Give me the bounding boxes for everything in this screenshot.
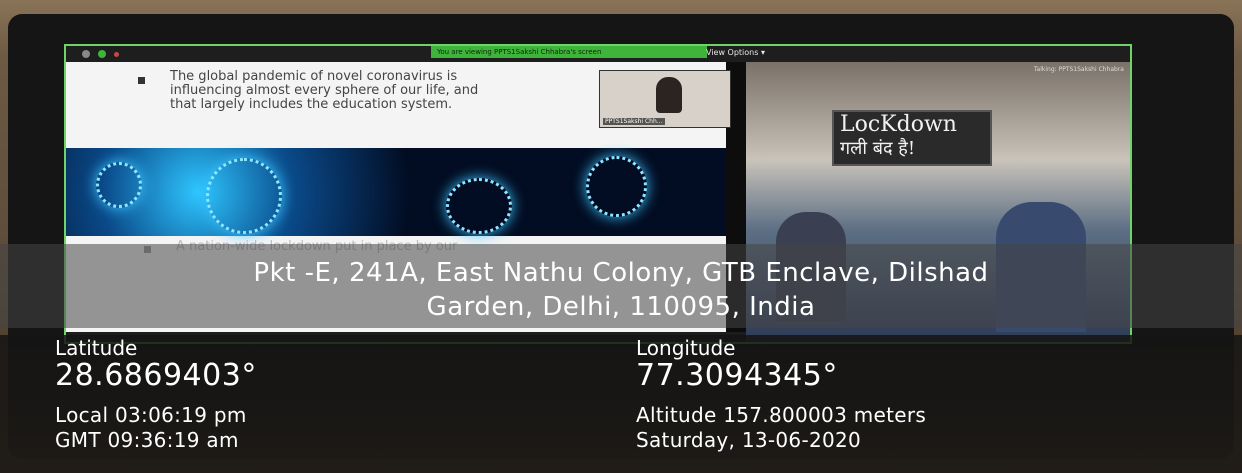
latitude-label: Latitude: [55, 336, 138, 360]
slide-text-line: The global pandemic of novel coronavirus…: [170, 69, 458, 84]
lockdown-sign: LocKdown गली बंद है!: [832, 110, 992, 166]
address-line-2: Garden, Delhi, 110095, India: [426, 292, 816, 322]
view-options-button[interactable]: View Options ▾: [706, 47, 765, 59]
window-control-icon[interactable]: [114, 52, 119, 57]
talking-indicator: Talking: PPTS1Sakshi Chhabra: [1033, 66, 1124, 73]
virus-graphic: [206, 158, 282, 234]
coronavirus-image: [66, 148, 726, 236]
altitude: Altitude 157.800003 meters: [636, 403, 927, 427]
bullet-icon: [138, 77, 145, 84]
participant-avatar: [656, 77, 682, 113]
latitude-value: 28.6869403°: [55, 358, 257, 393]
longitude-value: 77.3094345°: [636, 358, 838, 393]
virus-graphic: [96, 162, 142, 208]
local-time: Local 03:06:19 pm: [55, 403, 247, 427]
participant-video-tile[interactable]: PPTS1Sakshi Chh...: [599, 70, 731, 128]
longitude-label: Longitude: [636, 336, 736, 360]
gmt-time: GMT 09:36:19 am: [55, 428, 239, 452]
window-control-icon[interactable]: [82, 50, 90, 58]
date: Saturday, 13-06-2020: [636, 428, 862, 452]
lockdown-sign-text: LocKdown: [840, 112, 957, 137]
participant-name: PPTS1Sakshi Chh...: [603, 118, 665, 125]
virus-graphic: [586, 156, 647, 217]
screen-sharing-banner: You are viewing PPTS1Sakshi Chhabra's sc…: [431, 46, 707, 58]
meeting-top-bar: You are viewing PPTS1Sakshi Chhabra's sc…: [66, 46, 1130, 62]
virus-graphic: [446, 178, 512, 234]
lockdown-sign-hindi: गली बंद है!: [840, 138, 916, 159]
slide-text-line: that largely includes the education syst…: [170, 97, 453, 112]
address-line-1: Pkt -E, 241A, East Nathu Colony, GTB Enc…: [253, 258, 989, 288]
slide-text-line: influencing almost every sphere of our l…: [170, 83, 479, 98]
window-control-icon[interactable]: [98, 50, 106, 58]
